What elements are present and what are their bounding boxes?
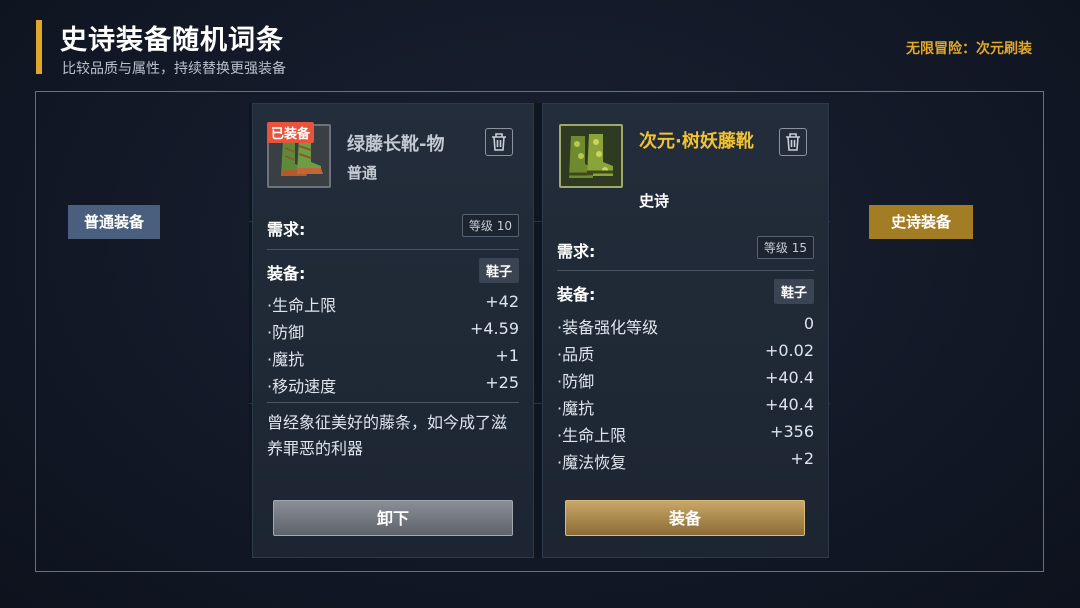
stat-value: +2: [790, 449, 814, 468]
stat-row: ·防御 +40.4: [557, 368, 814, 392]
level-requirement: 等级 15: [756, 236, 814, 259]
equip-label: 装备:: [267, 264, 306, 283]
stat-row: ·品质 +0.02: [557, 341, 814, 365]
item-name: 绿藤长靴-物: [347, 134, 445, 155]
stat-name: ·魔抗: [557, 399, 595, 418]
discard-button[interactable]: [485, 128, 513, 156]
divider: [267, 402, 519, 403]
page-subtitle: 比较品质与属性，持续替换更强装备: [62, 61, 286, 77]
requirement-label: 需求:: [557, 242, 596, 261]
equip-button[interactable]: 装备: [565, 500, 805, 536]
divider: [557, 270, 814, 271]
requirement-row: 需求: 等级 15: [557, 236, 814, 262]
trash-icon: [492, 133, 506, 151]
requirement-row: 需求: 等级 10: [267, 214, 519, 240]
stat-row: ·生命上限 +42: [267, 292, 519, 316]
game-tag: 无限冒险：次元刷装: [906, 41, 1032, 57]
stat-row: ·移动速度 +25: [267, 373, 519, 397]
equip-slot-row: 装备: 鞋子: [557, 279, 814, 305]
slot-tag: 鞋子: [773, 279, 814, 304]
trash-icon: [786, 133, 800, 151]
level-requirement: 等级 10: [461, 214, 519, 237]
stat-value: +42: [485, 292, 519, 311]
stat-name: ·魔法恢复: [557, 453, 627, 472]
stat-name: ·品质: [557, 345, 595, 364]
title-accent-bar: [36, 20, 42, 74]
stat-row: ·魔抗 +1: [267, 346, 519, 370]
stat-name: ·生命上限: [267, 296, 337, 315]
item-quality: 史诗: [639, 192, 670, 210]
stat-name: ·防御: [267, 323, 305, 342]
stat-row: ·生命上限 +356: [557, 422, 814, 446]
equipped-badge: 已装备: [267, 122, 315, 143]
stat-row: ·魔法恢复 +2: [557, 449, 814, 473]
stat-value: +40.4: [764, 368, 814, 387]
stat-row: ·装备强化等级 0: [557, 314, 814, 338]
equip-label: 装备:: [557, 285, 596, 304]
unequip-button[interactable]: 卸下: [273, 500, 513, 536]
page-title: 史诗装备随机词条: [60, 25, 284, 56]
stat-value: +25: [485, 373, 519, 392]
stat-value: +356: [770, 422, 814, 441]
stat-row: ·魔抗 +40.4: [557, 395, 814, 419]
item-description: 曾经象征美好的藤条，如今成了滋养罪恶的利器: [267, 413, 508, 458]
stat-row: ·防御 +4.59: [267, 319, 519, 343]
stat-name: ·移动速度: [267, 377, 337, 396]
discard-button[interactable]: [779, 128, 807, 156]
stat-name: ·防御: [557, 372, 595, 391]
stat-name: ·装备强化等级: [557, 318, 659, 337]
item-quality: 普通: [347, 164, 378, 182]
epic-equipment-label: 史诗装备: [869, 205, 973, 239]
equipped-item-card: 已装备 绿藤长靴-物 普通 需求: 等级 10 装备: 鞋子 ·生命上限 +42…: [252, 103, 534, 558]
requirement-label: 需求:: [267, 220, 306, 239]
vine-boots-icon: [559, 124, 623, 188]
equip-slot-row: 装备: 鞋子: [267, 258, 519, 284]
item-name: 次元·树妖藤靴: [639, 131, 754, 152]
stat-value: +1: [495, 346, 519, 365]
slot-tag: 鞋子: [478, 258, 519, 283]
new-item-card: 次元·树妖藤靴 史诗 需求: 等级 15 装备: 鞋子 ·装备强化等级 0 ·品…: [542, 103, 829, 558]
divider: [267, 249, 519, 250]
stat-name: ·生命上限: [557, 426, 627, 445]
stat-value: +0.02: [764, 341, 814, 360]
green-boots-icon: 已装备: [267, 122, 331, 188]
stat-name: ·魔抗: [267, 350, 305, 369]
stat-value: +4.59: [469, 319, 519, 338]
stat-value: +40.4: [764, 395, 814, 414]
stat-value: 0: [803, 314, 814, 333]
normal-equipment-label: 普通装备: [68, 205, 161, 239]
